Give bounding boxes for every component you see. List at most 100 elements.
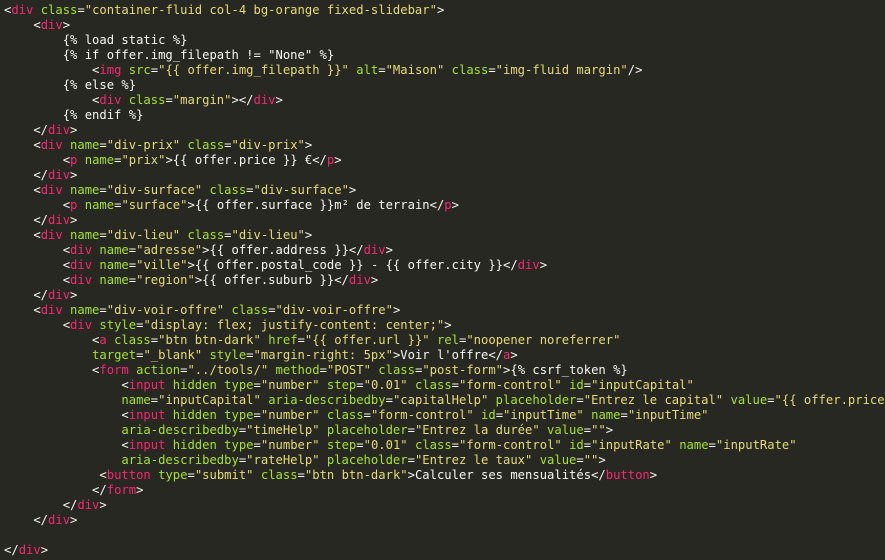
code-line[interactable]: target="_blank" style="margin-right: 5px… [4,348,518,363]
code-punctuation [165,408,172,422]
code-line[interactable]: </form> [4,483,143,498]
code-line[interactable]: </div> [4,168,77,183]
code-attribute: aria-describedby [268,393,386,407]
code-line[interactable]: {% load static %} [4,33,188,48]
code-punctuation [121,93,128,107]
code-line[interactable]: <input hidden type="number" class="form-… [4,408,708,423]
code-punctuation [320,408,327,422]
code-punctuation: > [304,138,313,152]
code-string: "POST" [326,363,371,377]
code-punctuation: = [576,453,584,467]
code-punctuation [488,393,495,407]
code-string: "timeHelp" [246,423,320,437]
code-line[interactable]: name="inputCapital" aria-describedby="ca… [4,393,885,408]
code-line[interactable]: <a class="btn btn-dark" href="{{ offer.u… [4,333,620,348]
code-punctuation: = [576,393,584,407]
code-punctuation [320,438,327,452]
code-tag-name: button [605,468,650,482]
code-punctuation: >{{ offer.price }} €</ [165,153,327,167]
code-punctuation: < [4,333,100,347]
code-punctuation [444,63,451,77]
code-line[interactable]: {% else %} [4,78,136,93]
code-line[interactable]: <div name="div-prix" class="div-prix"> [4,138,312,153]
code-punctuation [121,63,128,77]
code-string: "number" [260,438,320,452]
code-attribute: type [224,378,254,392]
code-line[interactable]: <div class="margin"></div> [4,93,283,108]
code-tag-name: div [77,498,100,512]
code-punctuation: > [649,468,658,482]
code-attribute: action [136,363,181,377]
code-line[interactable]: <div name="div-lieu" class="div-lieu"> [4,228,312,243]
code-string: "noopener noreferrer" [466,333,621,347]
code-attribute: id [569,378,584,392]
code-punctuation: = [620,408,628,422]
code-tag-name: div [48,168,71,182]
code-tag-name: div [70,273,93,287]
code-punctuation: </ [4,213,49,227]
code-string: "div-prix" [231,138,305,152]
code-string: "inputRate" [591,438,672,452]
code-tag-name: input [128,438,166,452]
code-line[interactable]: <button type="submit" class="btn btn-dar… [4,468,657,483]
code-punctuation: >{% csrf_token %} [503,363,628,377]
code-line[interactable]: aria-describedby="rateHelp" placeholder=… [4,453,605,468]
code-line[interactable]: <div name="div-surface" class="div-surfa… [4,183,356,198]
code-string: "surface" [121,198,188,212]
code-punctuation [562,438,569,452]
code-text: {% load static %} [4,33,188,47]
code-line[interactable]: {% endif %} [4,108,144,123]
code-line[interactable]: aria-describedby="timeHelp" placeholder=… [4,423,613,438]
code-punctuation: > [99,498,107,512]
code-punctuation: = [495,408,504,422]
code-string: "rateHelp" [246,453,320,467]
code-punctuation: > [451,198,459,212]
code-punctuation: > [539,258,548,272]
code-attribute: type [158,468,188,482]
code-string: "form-control" [370,408,474,422]
code-punctuation: = [451,438,460,452]
code-attribute: class [260,468,298,482]
code-string: "" [583,453,599,467]
code-string: "number" [260,408,320,422]
code-line[interactable]: </div> [4,543,48,558]
code-punctuation [562,378,569,392]
code-line[interactable]: </div> [4,288,77,303]
code-editor[interactable]: <div class="container-fluid col-4 bg-ora… [0,0,885,560]
code-tag-name: div [70,243,93,257]
code-string: "ville" [136,258,188,272]
code-line[interactable]: <div style="display: flex; justify-conte… [4,318,452,333]
code-line[interactable]: <div class="container-fluid col-4 bg-ora… [4,3,444,18]
code-line[interactable]: <p name="prix">{{ offer.price }} €</p> [4,153,342,168]
code-punctuation [408,438,415,452]
code-tag-name: div [517,258,540,272]
code-line[interactable]: <img src="{{ offer.img_filepath }}" alt=… [4,63,642,78]
code-punctuation [540,423,547,437]
code-line[interactable]: </div> [4,213,77,228]
code-tag-name: form [99,363,129,377]
code-string: "Entrez le capital" [583,393,724,407]
code-line[interactable]: <div name="div-voir-offre" class="div-vo… [4,303,400,318]
code-line[interactable]: <input hidden type="number" step="0.01" … [4,378,693,393]
code-punctuation [129,363,136,377]
code-punctuation: = [253,438,261,452]
code-punctuation: >Calculer ses mensualités</ [407,468,606,482]
code-attribute: class [378,363,415,377]
code-line[interactable]: {% if offer.img_filepath != "None" %} [4,48,335,63]
code-line[interactable]: <input hidden type="number" step="0.01" … [4,438,796,453]
code-line[interactable]: <div> [4,18,70,33]
code-line[interactable]: </div> [4,498,107,513]
code-line[interactable]: <form action="../tools/" method="POST" c… [4,363,628,378]
code-line[interactable]: <div name="adresse">{{ offer.address }}<… [4,243,393,258]
code-string: "Maison" [385,63,445,77]
code-line[interactable]: <div name="ville">{{ offer.postal_code }… [4,258,547,273]
code-punctuation [723,393,730,407]
code-punctuation [151,468,158,482]
code-line[interactable]: </div> [4,123,77,138]
code-tag-name: div [40,138,63,152]
code-punctuation: </ [4,288,49,302]
code-line[interactable]: </div> [4,513,77,528]
code-punctuation [63,303,70,317]
code-line[interactable]: <p name="surface">{{ offer.surface }}m² … [4,198,459,213]
code-line[interactable]: <div name="region">{{ offer.suburb }}</d… [4,273,379,288]
